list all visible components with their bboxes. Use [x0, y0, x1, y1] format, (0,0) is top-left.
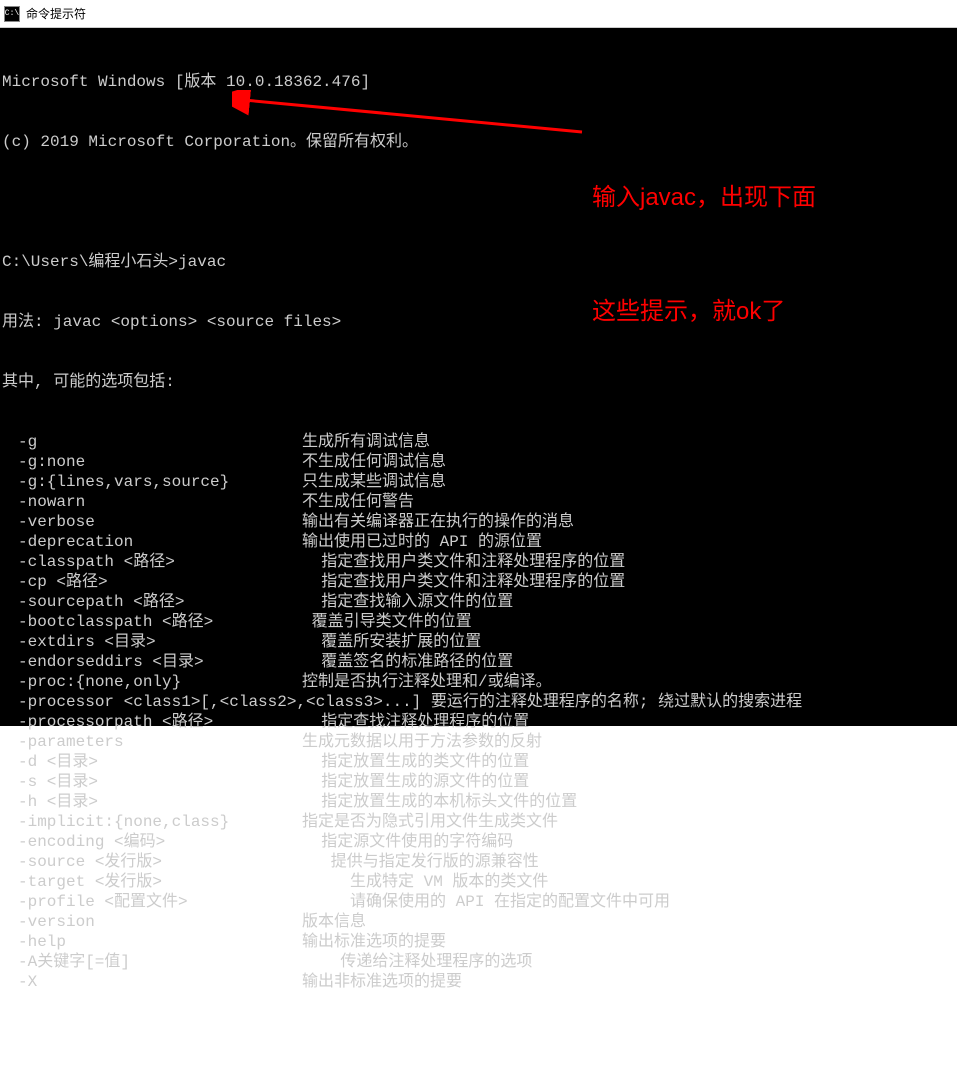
option-desc: 指定查找用户类文件和注释处理程序的位置: [302, 572, 625, 592]
option-row: -h <目录> 指定放置生成的本机标头文件的位置: [2, 792, 955, 812]
option-flag: -bootclasspath <路径>: [2, 612, 302, 632]
option-row: -g生成所有调试信息: [2, 432, 955, 452]
option-desc: 传递给注释处理程序的选项: [302, 952, 532, 972]
option-desc: 指定放置生成的源文件的位置: [302, 772, 529, 792]
option-flag: -deprecation: [2, 532, 302, 552]
option-flag: -g:{lines,vars,source}: [2, 472, 302, 492]
option-flag: -h <目录>: [2, 792, 302, 812]
option-desc: 指定是否为隐式引用文件生成类文件: [302, 812, 558, 832]
option-row: -version版本信息: [2, 912, 955, 932]
option-flag: -processor <class1>[,<class2>,<class3>..…: [2, 692, 431, 712]
option-flag: -parameters: [2, 732, 302, 752]
option-desc: 不生成任何调试信息: [302, 452, 446, 472]
option-row: -extdirs <目录> 覆盖所安装扩展的位置: [2, 632, 955, 652]
option-flag: -extdirs <目录>: [2, 632, 302, 652]
option-row: -sourcepath <路径> 指定查找输入源文件的位置: [2, 592, 955, 612]
option-desc: 覆盖所安装扩展的位置: [302, 632, 481, 652]
option-row: -target <发行版> 生成特定 VM 版本的类文件: [2, 872, 955, 892]
option-flag: -d <目录>: [2, 752, 302, 772]
option-desc: 输出非标准选项的提要: [302, 972, 462, 992]
option-desc: 指定查找用户类文件和注释处理程序的位置: [302, 552, 625, 572]
option-flag: -nowarn: [2, 492, 302, 512]
option-row: -g:none不生成任何调试信息: [2, 452, 955, 472]
option-flag: -profile <配置文件>: [2, 892, 302, 912]
option-desc: 版本信息: [302, 912, 366, 932]
option-desc: 输出有关编译器正在执行的操作的消息: [302, 512, 574, 532]
option-row: -X输出非标准选项的提要: [2, 972, 955, 992]
option-row: -deprecation输出使用已过时的 API 的源位置: [2, 532, 955, 552]
option-flag: -classpath <路径>: [2, 552, 302, 572]
option-row: -encoding <编码> 指定源文件使用的字符编码: [2, 832, 955, 852]
window-titlebar: C:\ 命令提示符: [0, 0, 957, 28]
option-desc: 生成元数据以用于方法参数的反射: [302, 732, 542, 752]
option-row: -processor <class1>[,<class2>,<class3>..…: [2, 692, 955, 712]
option-row: -help输出标准选项的提要: [2, 932, 955, 952]
option-desc: 覆盖签名的标准路径的位置: [302, 652, 513, 672]
usage-line-2: 其中, 可能的选项包括:: [2, 372, 955, 392]
option-desc: 生成特定 VM 版本的类文件: [302, 872, 548, 892]
option-flag: -cp <路径>: [2, 572, 302, 592]
option-flag: -g:none: [2, 452, 302, 472]
option-flag: -implicit:{none,class}: [2, 812, 302, 832]
option-flag: -processorpath <路径>: [2, 712, 302, 732]
option-row: -source <发行版> 提供与指定发行版的源兼容性: [2, 852, 955, 872]
option-desc: 要运行的注释处理程序的名称; 绕过默认的搜索进程: [431, 692, 802, 712]
option-desc: 指定放置生成的本机标头文件的位置: [302, 792, 577, 812]
option-row: -cp <路径> 指定查找用户类文件和注释处理程序的位置: [2, 572, 955, 592]
option-flag: -encoding <编码>: [2, 832, 302, 852]
prompt-path: C:\Users\编程小石头>: [2, 253, 178, 271]
option-flag: -version: [2, 912, 302, 932]
option-desc: 不生成任何警告: [302, 492, 414, 512]
banner-line-2: (c) 2019 Microsoft Corporation。保留所有权利。: [2, 132, 955, 152]
option-desc: 请确保使用的 API 在指定的配置文件中可用: [302, 892, 670, 912]
option-row: -bootclasspath <路径> 覆盖引导类文件的位置: [2, 612, 955, 632]
option-flag: -target <发行版>: [2, 872, 302, 892]
option-row: -parameters生成元数据以用于方法参数的反射: [2, 732, 955, 752]
option-desc: 指定查找输入源文件的位置: [302, 592, 513, 612]
option-row: -endorseddirs <目录> 覆盖签名的标准路径的位置: [2, 652, 955, 672]
option-flag: -proc:{none,only}: [2, 672, 302, 692]
blank-line: [2, 192, 955, 212]
option-flag: -g: [2, 432, 302, 452]
option-desc: 控制是否执行注释处理和/或编译。: [302, 672, 552, 692]
option-desc: 指定放置生成的类文件的位置: [302, 752, 529, 772]
option-flag: -X: [2, 972, 302, 992]
prompt-line[interactable]: C:\Users\编程小石头>javac: [2, 252, 955, 272]
options-list: -g生成所有调试信息-g:none不生成任何调试信息-g:{lines,vars…: [2, 432, 955, 992]
option-row: -profile <配置文件> 请确保使用的 API 在指定的配置文件中可用: [2, 892, 955, 912]
option-desc: 生成所有调试信息: [302, 432, 430, 452]
option-desc: 指定源文件使用的字符编码: [302, 832, 513, 852]
option-row: -verbose输出有关编译器正在执行的操作的消息: [2, 512, 955, 532]
option-row: -g:{lines,vars,source}只生成某些调试信息: [2, 472, 955, 492]
option-flag: -A关键字[=值]: [2, 952, 302, 972]
option-flag: -s <目录>: [2, 772, 302, 792]
option-desc: 输出标准选项的提要: [302, 932, 446, 952]
console-area[interactable]: Microsoft Windows [版本 10.0.18362.476] (c…: [0, 28, 957, 726]
option-row: -classpath <路径> 指定查找用户类文件和注释处理程序的位置: [2, 552, 955, 572]
option-flag: -help: [2, 932, 302, 952]
option-row: -A关键字[=值] 传递给注释处理程序的选项: [2, 952, 955, 972]
option-row: -nowarn不生成任何警告: [2, 492, 955, 512]
cmd-icon: C:\: [4, 6, 20, 22]
option-row: -s <目录> 指定放置生成的源文件的位置: [2, 772, 955, 792]
window-title: 命令提示符: [26, 5, 86, 22]
usage-line-1: 用法: javac <options> <source files>: [2, 312, 955, 332]
option-flag: -verbose: [2, 512, 302, 532]
option-desc: 提供与指定发行版的源兼容性: [302, 852, 539, 872]
option-desc: 输出使用已过时的 API 的源位置: [302, 532, 542, 552]
option-row: -d <目录> 指定放置生成的类文件的位置: [2, 752, 955, 772]
option-desc: 指定查找注释处理程序的位置: [302, 712, 529, 732]
option-row: -implicit:{none,class}指定是否为隐式引用文件生成类文件: [2, 812, 955, 832]
option-flag: -sourcepath <路径>: [2, 592, 302, 612]
typed-command: javac: [178, 253, 226, 271]
option-flag: -source <发行版>: [2, 852, 302, 872]
option-desc: 覆盖引导类文件的位置: [302, 612, 472, 632]
option-desc: 只生成某些调试信息: [302, 472, 446, 492]
option-row: -processorpath <路径> 指定查找注释处理程序的位置: [2, 712, 955, 732]
banner-line-1: Microsoft Windows [版本 10.0.18362.476]: [2, 72, 955, 92]
option-flag: -endorseddirs <目录>: [2, 652, 302, 672]
option-row: -proc:{none,only}控制是否执行注释处理和/或编译。: [2, 672, 955, 692]
